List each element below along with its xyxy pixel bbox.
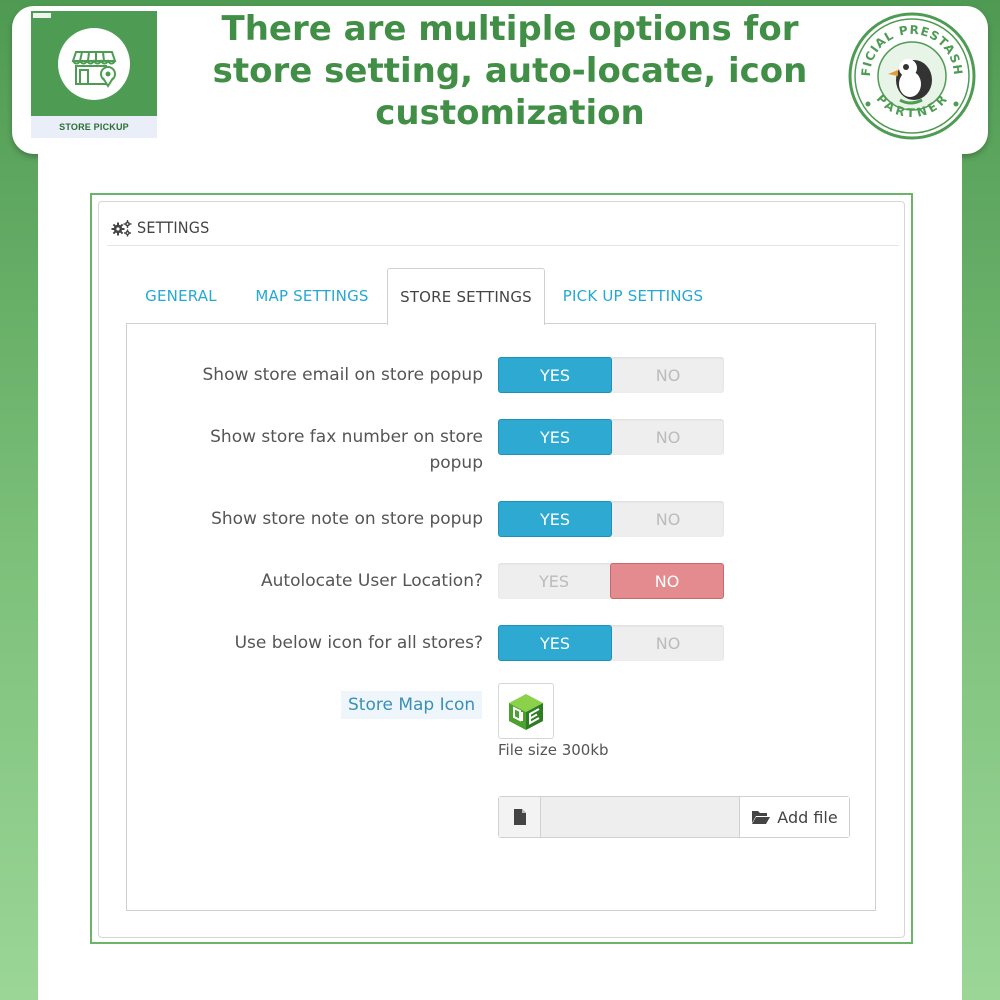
prestashop-partner-badge: OFFICIAL PRESTASHOP PARTNER bbox=[848, 12, 976, 140]
file-size-note: File size 300kb bbox=[498, 741, 609, 759]
row-label-fax-line1: Show store fax number on store bbox=[210, 427, 483, 447]
file-upload: Add file bbox=[498, 796, 850, 838]
tab-store-settings[interactable]: STORE SETTINGS bbox=[387, 268, 545, 325]
tab-pick-up-settings[interactable]: PICK UP SETTINGS bbox=[553, 268, 713, 324]
autolocate-toggle[interactable]: YES NO bbox=[498, 563, 724, 599]
row-label-fax: Show store fax number on store popup bbox=[210, 424, 483, 476]
storefront-icon bbox=[71, 51, 117, 88]
note-toggle-yes[interactable]: YES bbox=[498, 501, 612, 537]
row-label-autolocate: Autolocate User Location? bbox=[261, 571, 483, 591]
autolocate-toggle-no[interactable]: NO bbox=[610, 563, 724, 599]
add-file-label: Add file bbox=[777, 807, 838, 827]
file-path-field[interactable] bbox=[541, 797, 739, 837]
note-toggle-no[interactable]: NO bbox=[612, 501, 724, 537]
row-label-fax-line2: popup bbox=[429, 453, 483, 473]
headline-line: There are multiple options for bbox=[221, 9, 799, 49]
folder-open-icon bbox=[752, 811, 771, 824]
fax-toggle[interactable]: YES NO bbox=[498, 419, 724, 455]
panel-heading: SETTINGS bbox=[107, 210, 899, 246]
logo-caption: STORE PICKUP bbox=[31, 116, 157, 138]
logo-corner-mark bbox=[33, 13, 51, 18]
row-label-email: Show store email on store popup bbox=[202, 365, 484, 385]
headline-line: customization bbox=[375, 93, 645, 133]
use-icon-toggle[interactable]: YES NO bbox=[498, 625, 724, 661]
fax-toggle-yes[interactable]: YES bbox=[498, 419, 612, 455]
store-pickup-logo: STORE PICKUP bbox=[31, 11, 157, 138]
store-map-icon-label: Store Map Icon bbox=[341, 691, 483, 719]
headline: There are multiple options for store set… bbox=[180, 8, 840, 134]
note-toggle[interactable]: YES NO bbox=[498, 501, 724, 537]
fax-toggle-no[interactable]: NO bbox=[612, 419, 724, 455]
tab-general[interactable]: GENERAL bbox=[131, 268, 231, 324]
panel-title: SETTINGS bbox=[137, 218, 210, 237]
row-label-use-icon: Use below icon for all stores? bbox=[234, 633, 483, 653]
row-label-note: Show store note on store popup bbox=[211, 509, 483, 529]
use-icon-toggle-yes[interactable]: YES bbox=[498, 625, 612, 661]
email-toggle-no[interactable]: NO bbox=[612, 357, 724, 393]
cube-logo-icon bbox=[509, 694, 543, 730]
email-toggle-yes[interactable]: YES bbox=[498, 357, 612, 393]
add-file-button[interactable]: Add file bbox=[739, 797, 849, 837]
cogs-icon bbox=[111, 219, 132, 236]
headline-line: store setting, auto-locate, icon bbox=[212, 51, 808, 91]
use-icon-toggle-no[interactable]: NO bbox=[612, 625, 724, 661]
email-toggle[interactable]: YES NO bbox=[498, 357, 724, 393]
autolocate-toggle-yes[interactable]: YES bbox=[498, 563, 610, 599]
tab-map-settings[interactable]: MAP SETTINGS bbox=[244, 268, 380, 324]
store-map-icon-preview[interactable] bbox=[498, 683, 554, 739]
logo-circle bbox=[58, 28, 130, 100]
file-icon bbox=[499, 797, 541, 837]
